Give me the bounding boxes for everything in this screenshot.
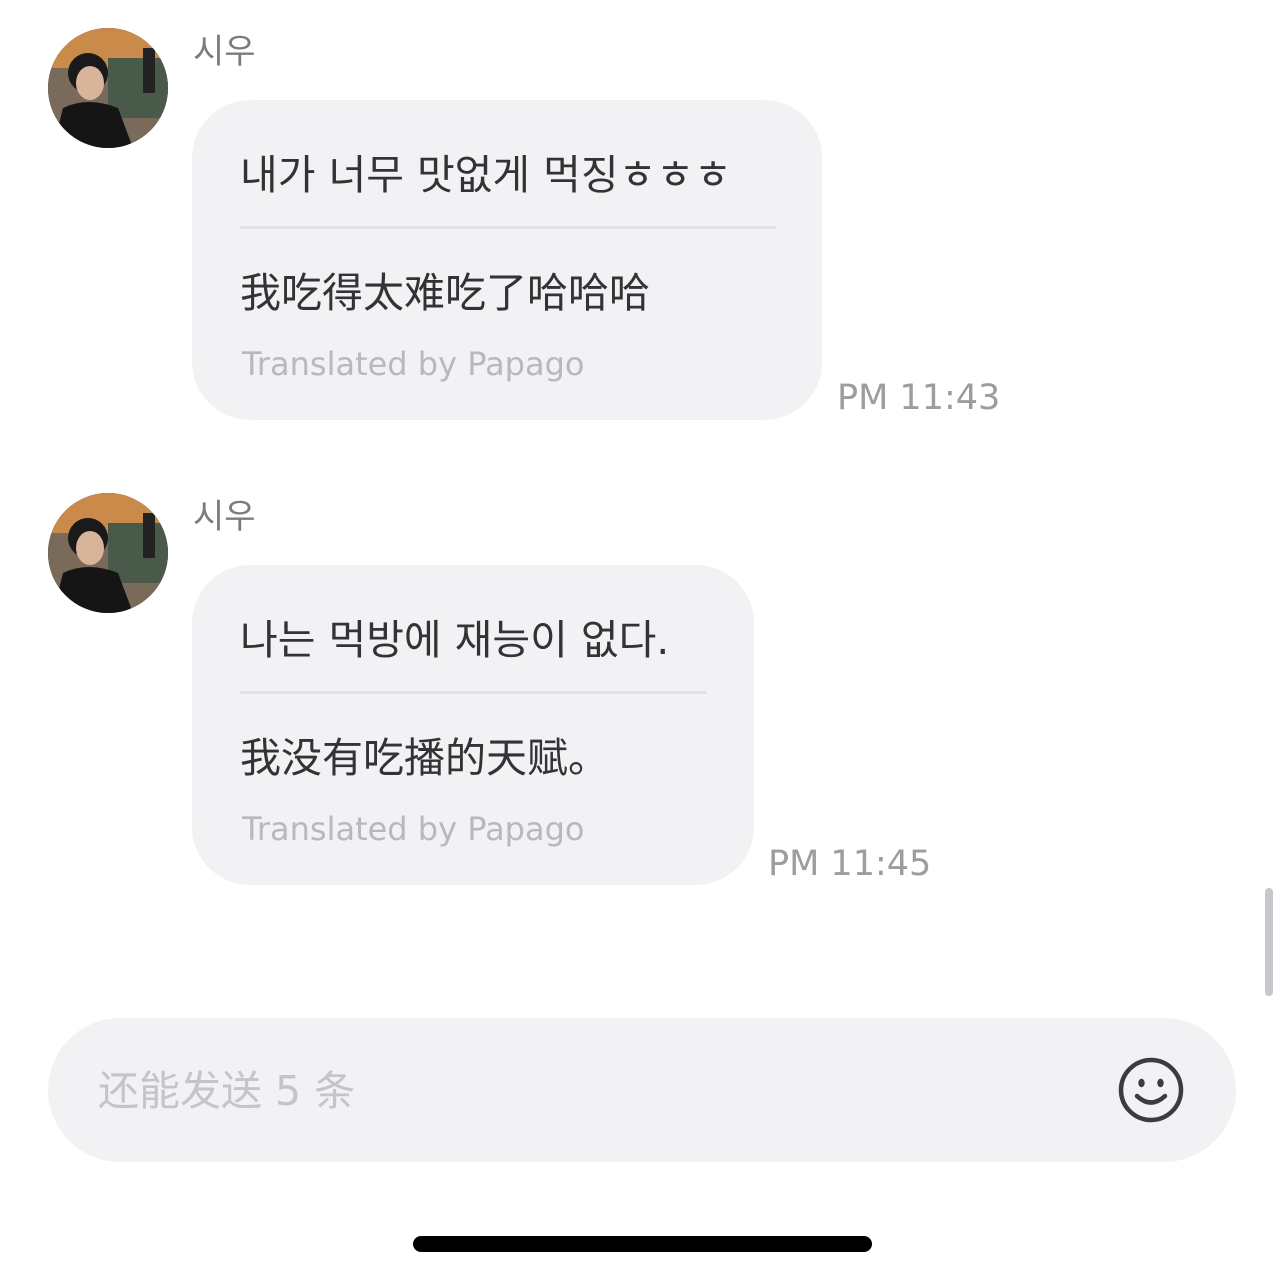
message-bubble[interactable]: 내가 너무 맛없게 먹징ㅎㅎㅎ 我吃得太难吃了哈哈哈 Translated by… [192, 100, 822, 420]
message-bubble[interactable]: 나는 먹방에 재능이 없다. 我没有吃播的天赋。 Translated by P… [192, 565, 754, 885]
input-placeholder: 还能发送 5 条 [98, 1067, 356, 1115]
scrollbar[interactable] [1265, 888, 1273, 996]
avatar[interactable] [48, 493, 168, 613]
message-time: PM 11:45 [768, 844, 932, 884]
sender-name: 시우 [193, 32, 256, 72]
translation-credit: Translated by Papago [242, 345, 585, 383]
sender-name: 시우 [193, 497, 256, 537]
translated-text: 我没有吃播的天赋。 [240, 734, 609, 782]
divider [240, 691, 707, 694]
original-text: 내가 너무 맛없게 먹징ㅎㅎㅎ [240, 151, 732, 199]
message-input[interactable]: 还能发送 5 条 [48, 1018, 1236, 1162]
translated-text: 我吃得太难吃了哈哈哈 [240, 269, 650, 317]
translation-credit: Translated by Papago [242, 810, 585, 848]
message-time: PM 11:43 [837, 378, 1001, 418]
home-indicator[interactable] [413, 1236, 872, 1252]
smiley-icon[interactable] [1118, 1057, 1184, 1123]
divider [240, 226, 776, 229]
avatar[interactable] [48, 28, 168, 148]
original-text: 나는 먹방에 재능이 없다. [240, 616, 670, 664]
